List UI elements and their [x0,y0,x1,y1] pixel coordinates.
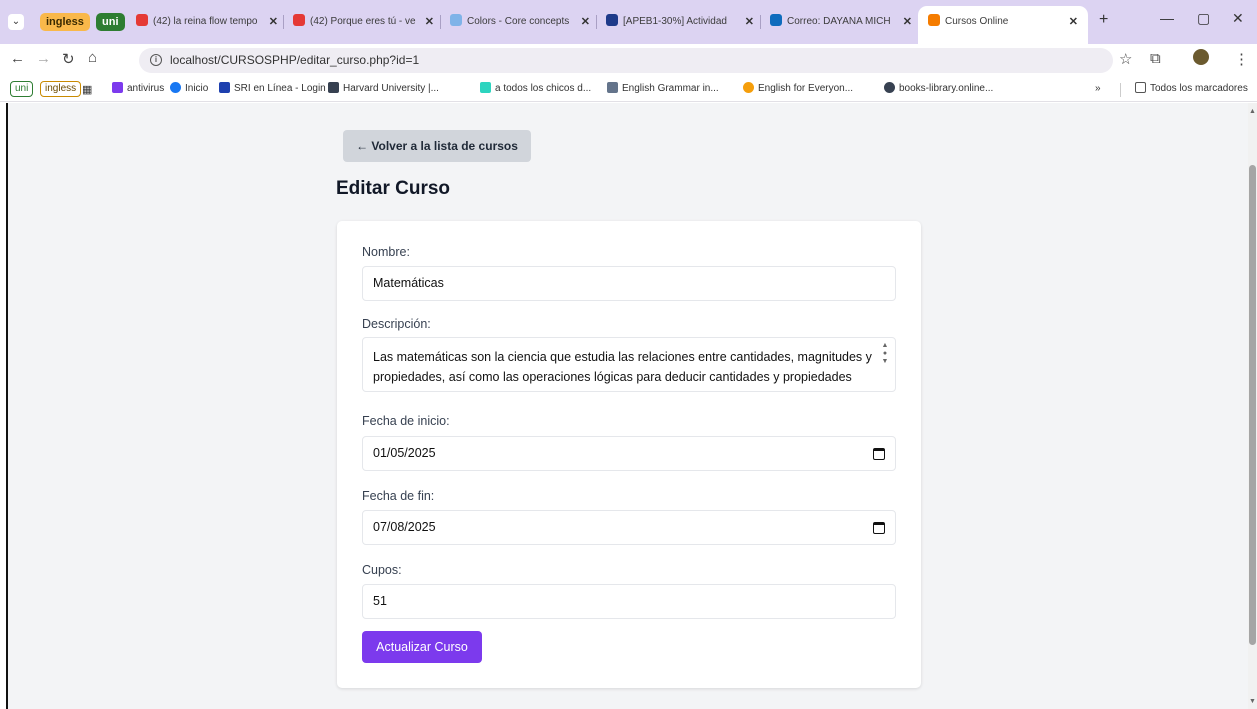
tab-title: Correo: DAYANA MICH [787,16,891,27]
outlook-icon [770,14,782,27]
tab-title: Colors - Core concepts [467,16,570,27]
profile-avatar[interactable] [1193,49,1209,65]
name-label: Nombre: [362,245,410,259]
close-icon[interactable]: ✕ [1069,12,1078,32]
harvard-icon [328,82,339,93]
book-icon [480,82,491,93]
page-title: Editar Curso [336,178,451,199]
description-field[interactable]: Las matemáticas son la ciencia que estud… [362,337,896,392]
name-field[interactable]: Matemáticas [362,266,896,301]
description-text: Las matemáticas son la ciencia que estud… [373,350,872,384]
seats-field[interactable]: 51 [362,584,896,619]
back-to-list-button[interactable]: ← Volver a la lista de cursos [343,130,531,162]
bookmark-folder-ingless[interactable]: ingless [40,81,82,97]
globe-icon [884,82,895,93]
tab-cursos-online[interactable]: Cursos Online ✕ [928,12,1078,32]
all-bookmarks-folder[interactable]: Todos los marcadores [1135,82,1248,94]
colors-icon [450,14,462,27]
bookmark-todos-los-chicos[interactable]: a todos los chicos d... [480,82,591,94]
facebook-icon [170,82,181,93]
maximize-button[interactable]: ▢ [1197,10,1210,27]
sri-icon [219,82,230,93]
start-date-value: 01/05/2025 [373,446,436,460]
bookmark-english-everyone[interactable]: English for Everyon... [743,82,853,94]
bookmark-inicio[interactable]: Inicio [170,82,208,94]
bookmark-english-grammar[interactable]: English Grammar in... [607,82,719,94]
extensions-icon[interactable]: ⧉ [1150,50,1161,67]
end-date-value: 07/08/2025 [373,520,436,534]
close-window-button[interactable]: ✕ [1232,10,1244,27]
calendar-icon[interactable] [873,448,885,460]
more-bookmarks-icon[interactable]: » [1095,83,1101,94]
u-icon [606,14,618,27]
apps-grid-icon[interactable]: ▦ [82,83,92,96]
folder-icon [1135,82,1146,93]
english-icon [743,82,754,93]
end-date-field[interactable]: 07/08/2025 [362,510,896,545]
new-tab-button[interactable]: + [1099,11,1108,29]
close-icon[interactable]: ✕ [903,12,912,32]
tab-porque-eres-tu[interactable]: (42) Porque eres tú - ve ✕ [293,12,434,32]
scroll-up-icon[interactable]: ▲ [1249,108,1256,115]
close-icon[interactable]: ✕ [425,12,434,32]
textarea-scrollbar[interactable]: ▲ ● ▼ [880,342,890,386]
url-text[interactable]: localhost/CURSOSPHP/editar_curso.php?id=… [170,53,419,67]
youtube-icon [293,14,305,27]
scroll-thumb[interactable] [1249,165,1256,645]
site-info-icon[interactable]: i [150,54,162,66]
start-date-field[interactable]: 01/05/2025 [362,436,896,471]
tab-separator [760,15,761,29]
bookmark-books-library[interactable]: books-library.online... [884,82,993,94]
description-label: Descripción: [362,317,431,331]
bookmark-sri[interactable]: SRI en Línea - Login [219,82,326,94]
tab-group-ingless[interactable]: ingless [40,13,90,31]
scroll-down-icon[interactable]: ▼ [1249,698,1256,705]
tab-separator [596,15,597,29]
close-icon[interactable]: ✕ [269,12,278,32]
bookmarks-separator [1120,83,1121,97]
forward-arrow-icon[interactable]: → [36,50,51,67]
tab-separator [283,15,284,29]
menu-icon[interactable]: ⋮ [1234,50,1249,68]
youtube-icon [136,14,148,27]
tab-colors[interactable]: Colors - Core concepts ✕ [450,12,590,32]
start-date-label: Fecha de inicio: [362,414,450,428]
reload-icon[interactable]: ↻ [62,50,75,68]
tab-separator [440,15,441,29]
tab-correo[interactable]: Correo: DAYANA MICH ✕ [770,12,912,32]
tab-reina-flow[interactable]: (42) la reina flow tempo ✕ [136,12,278,32]
end-date-label: Fecha de fin: [362,489,435,503]
bookmark-folder-uni[interactable]: uni [10,81,34,97]
bookmark-antivirus[interactable]: antivirus [112,82,164,94]
update-course-button[interactable]: Actualizar Curso [362,631,482,663]
tab-apeb[interactable]: [APEB1-30%] Actividad ✕ [606,12,754,32]
tab-title: (42) la reina flow tempo [153,16,258,27]
page-left-edge [0,103,8,709]
tab-title: (42) Porque eres tú - ve [310,16,416,27]
seats-label: Cupos: [362,563,402,577]
close-icon[interactable]: ✕ [581,12,590,32]
bookmark-harvard[interactable]: Harvard University |... [328,82,439,94]
back-arrow-icon[interactable]: ← [10,50,25,67]
tab-group-uni[interactable]: uni [96,13,125,31]
antivirus-icon [112,82,123,93]
minimize-button[interactable]: — [1160,10,1174,26]
home-icon[interactable]: ⌂ [88,49,97,66]
tab-search-button[interactable]: ⌄ [8,14,24,30]
tab-title: [APEB1-30%] Actividad [623,16,727,27]
xampp-icon [928,14,940,27]
bookmark-star-icon[interactable]: ☆ [1119,50,1132,68]
close-icon[interactable]: ✕ [745,12,754,32]
grammar-icon [607,82,618,93]
tab-title: Cursos Online [945,16,1009,27]
calendar-icon[interactable] [873,522,885,534]
